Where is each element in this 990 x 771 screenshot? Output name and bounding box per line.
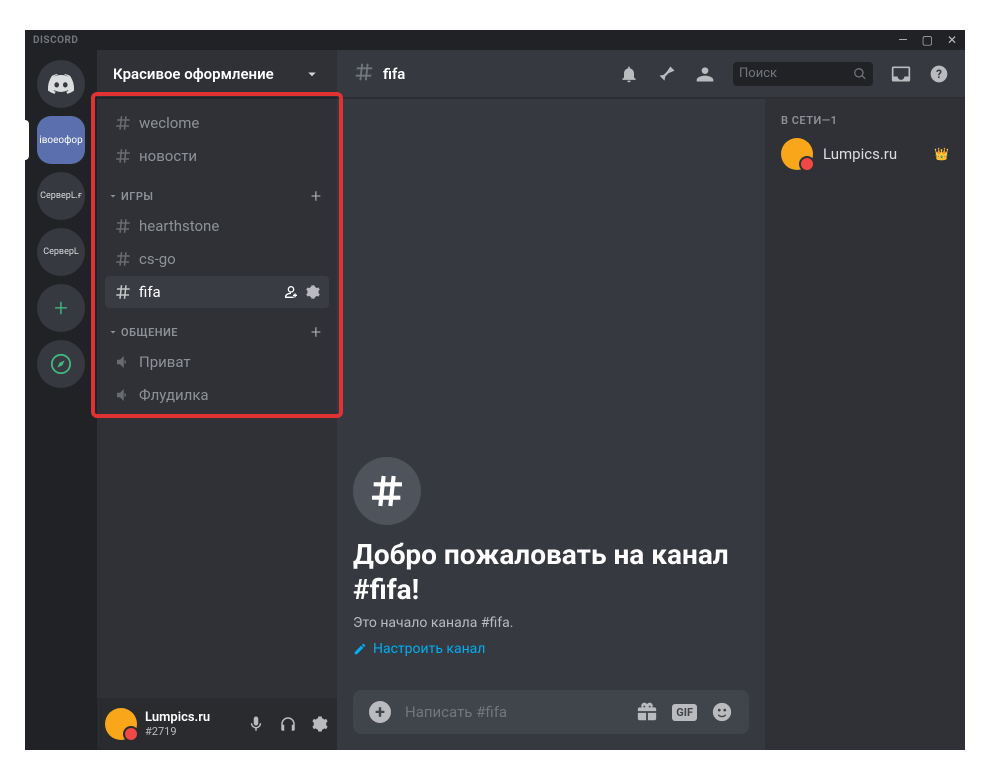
channel-hearthstone[interactable]: hearthstone (105, 210, 329, 242)
message-input[interactable]: + Написать #fifa GIF (353, 690, 749, 734)
invite-icon[interactable] (283, 284, 299, 300)
gear-icon[interactable] (305, 284, 321, 300)
user-panel: Lumpics.ru #2719 (97, 698, 337, 750)
help-icon[interactable]: ? (929, 64, 949, 84)
add-channel-button[interactable]: + (311, 186, 321, 207)
channel-csgo[interactable]: cs-go (105, 243, 329, 275)
hash-icon (353, 61, 375, 87)
discord-window: DISCORD — ▢ ✕ івоеофор СерверL.ғ СерверL… (25, 30, 965, 750)
member-row[interactable]: Lumpics.ru 👑 (773, 133, 957, 175)
gif-button[interactable]: GIF (672, 704, 697, 721)
gift-icon[interactable] (636, 701, 658, 723)
chevron-down-icon (107, 190, 119, 202)
add-server-button[interactable]: + (37, 284, 85, 332)
welcome-title: Добро пожаловать на канал #fifa! (353, 537, 749, 607)
headphones-icon[interactable] (279, 715, 297, 733)
server-rail: івоеофор СерверL.ғ СерверL + (25, 50, 97, 750)
emoji-icon[interactable] (711, 701, 733, 723)
speaker-icon (113, 386, 133, 404)
members-online-header: В СЕТИ—1 (773, 114, 957, 127)
voice-fludilka[interactable]: Флудилка (105, 379, 329, 411)
add-channel-button[interactable]: + (311, 322, 321, 343)
server-2[interactable]: СерверL.ғ (37, 172, 85, 220)
user-info[interactable]: Lumpics.ru #2719 (145, 710, 247, 738)
mic-icon[interactable] (247, 715, 265, 733)
gear-icon[interactable] (311, 715, 329, 733)
window-maximize[interactable]: ▢ (922, 33, 933, 47)
hash-icon (113, 114, 133, 132)
hash-icon (113, 217, 133, 235)
window-minimize[interactable]: — (898, 33, 907, 47)
hash-icon (113, 250, 133, 268)
channel-welcome: Добро пожаловать на канал #fifa! Это нач… (353, 457, 749, 660)
bell-icon[interactable] (619, 64, 639, 84)
search-icon (853, 67, 867, 81)
inbox-icon[interactable] (891, 64, 911, 84)
chevron-down-icon (303, 65, 321, 83)
compass-icon (50, 353, 72, 375)
main-area: fifa Поиск ? (337, 50, 965, 750)
members-icon[interactable] (695, 64, 715, 84)
channel-sidebar: Красивое оформление weclome новости ИГРЫ… (97, 50, 337, 750)
channel-header: fifa Поиск ? (337, 50, 965, 98)
voice-privat[interactable]: Приват (105, 346, 329, 378)
discord-logo-icon (47, 73, 75, 95)
server-header[interactable]: Красивое оформление (97, 50, 337, 98)
server-3[interactable]: СерверL (37, 228, 85, 276)
channel-novosti[interactable]: новости (105, 140, 329, 172)
server-krasivoe[interactable]: івоеофор (37, 116, 85, 164)
channel-list: weclome новости ИГРЫ + hearthstone (97, 98, 337, 698)
category-chat[interactable]: ОБЩЕНИЕ + (105, 320, 329, 344)
hash-icon (113, 147, 133, 165)
pencil-icon (353, 642, 367, 656)
members-sidebar: В СЕТИ—1 Lumpics.ru 👑 (765, 98, 965, 750)
hash-circle-icon (353, 457, 421, 525)
attach-button[interactable]: + (369, 701, 391, 723)
home-button[interactable] (37, 60, 85, 108)
app-brand: DISCORD (33, 35, 78, 46)
chevron-down-icon (107, 326, 119, 338)
crown-icon: 👑 (934, 147, 949, 161)
pin-icon[interactable] (657, 64, 677, 84)
channel-fifa[interactable]: fifa (105, 276, 329, 308)
speaker-icon (113, 353, 133, 371)
active-server-pill (21, 120, 29, 160)
channel-weclome[interactable]: weclome (105, 107, 329, 139)
edit-channel-link[interactable]: Настроить канал (353, 641, 485, 657)
user-avatar[interactable] (105, 708, 137, 740)
window-close[interactable]: ✕ (947, 33, 957, 47)
messages-area: Добро пожаловать на канал #fifa! Это нач… (337, 98, 765, 750)
member-avatar (781, 138, 813, 170)
category-games[interactable]: ИГРЫ + (105, 184, 329, 208)
search-input[interactable]: Поиск (733, 62, 873, 86)
hash-icon (113, 283, 133, 301)
titlebar: DISCORD — ▢ ✕ (25, 30, 965, 50)
discover-button[interactable] (37, 340, 85, 388)
welcome-subtitle: Это начало канала #fifa. (353, 615, 749, 631)
svg-text:?: ? (936, 67, 942, 81)
